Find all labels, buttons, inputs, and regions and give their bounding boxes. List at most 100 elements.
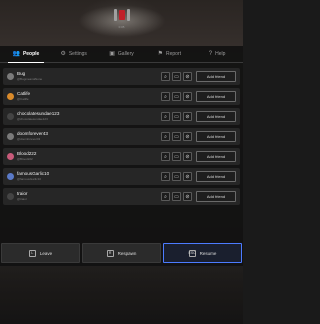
block-icon: ⊘ xyxy=(185,193,190,200)
view-profile-button[interactable]: ⌕ xyxy=(161,72,170,81)
leave-key: L xyxy=(28,249,36,257)
mute-icon: ▭ xyxy=(174,113,179,120)
add-friend-button[interactable]: Add friend xyxy=(196,191,236,202)
avatar xyxy=(7,73,14,80)
tab-label: Help xyxy=(215,51,226,57)
player-row: doomforever43 @doomforever43 ⌕ ▭ ⊘ Add f… xyxy=(3,128,240,145)
tab-report[interactable]: ⚑ Report xyxy=(145,46,193,62)
add-friend-button[interactable]: Add friend xyxy=(196,171,236,182)
add-friend-button[interactable]: Add friend xyxy=(196,91,236,102)
mute-button[interactable]: ▭ xyxy=(172,112,181,121)
mute-icon: ▭ xyxy=(174,73,179,80)
add-friend-button[interactable]: Add friend xyxy=(196,71,236,82)
view-profile-button[interactable]: ⌕ xyxy=(161,152,170,161)
block-icon: ⊘ xyxy=(185,153,190,160)
resume-key: ESC xyxy=(188,249,196,257)
block-button[interactable]: ⊘ xyxy=(183,132,192,141)
mute-button[interactable]: ▭ xyxy=(172,132,181,141)
tab-settings[interactable]: ⚙ Settings xyxy=(50,46,98,62)
tab-label: Report xyxy=(165,51,181,57)
search-icon: ⌕ xyxy=(164,113,167,120)
avatar xyxy=(7,113,14,120)
search-icon: ⌕ xyxy=(164,153,167,160)
row-actions: ⌕ ▭ ⊘ Add friend xyxy=(161,71,236,82)
mute-button[interactable]: ▭ xyxy=(172,172,181,181)
player-list: Bug @BugmeandAlone ⌕ ▭ ⊘ Add friend Catl… xyxy=(3,68,240,208)
player-row: traior @traior ⌕ ▭ ⊘ Add friend xyxy=(3,188,240,205)
avatar xyxy=(7,153,14,160)
respawn-button[interactable]: R Respawn xyxy=(82,243,161,263)
gallery-icon: ▣ xyxy=(109,51,115,57)
view-profile-button[interactable]: ⌕ xyxy=(161,132,170,141)
resume-label: Resume xyxy=(199,250,217,256)
respawn-key: R xyxy=(106,249,114,257)
search-icon: ⌕ xyxy=(164,133,167,140)
player-names: chocolatesundae123 @chocolatesundae123 xyxy=(17,112,161,121)
player-names: Catlife @Catlife xyxy=(17,92,161,101)
player-names: famousGarlic10 @famousGarlic10 xyxy=(17,172,161,181)
view-profile-button[interactable]: ⌕ xyxy=(161,92,170,101)
mute-icon: ▭ xyxy=(174,93,179,100)
player-handle: @BugmeandAlone xyxy=(17,76,43,81)
search-icon: ⌕ xyxy=(164,173,167,180)
top-bar: 0:05 xyxy=(0,0,243,40)
block-button[interactable]: ⊘ xyxy=(183,172,192,181)
add-friend-button[interactable]: Add friend xyxy=(196,111,236,122)
block-button[interactable]: ⊘ xyxy=(183,92,192,101)
block-button[interactable]: ⊘ xyxy=(183,112,192,121)
block-button[interactable]: ⊘ xyxy=(183,192,192,201)
help-icon: ? xyxy=(208,51,213,57)
player-name: Blood222 xyxy=(17,151,37,157)
gear-icon: ⚙ xyxy=(60,51,66,57)
mute-icon: ▭ xyxy=(174,133,179,140)
leave-label: Leave xyxy=(39,250,53,256)
leave-button[interactable]: L Leave xyxy=(1,243,80,263)
search-icon: ⌕ xyxy=(164,93,167,100)
view-profile-button[interactable]: ⌕ xyxy=(161,112,170,121)
player-handle: @traior xyxy=(17,196,27,201)
player-names: doomforever43 @doomforever43 xyxy=(17,132,161,141)
tab-label: Settings xyxy=(68,51,87,57)
tab-label: People xyxy=(22,51,40,57)
player-row: famousGarlic10 @famousGarlic10 ⌕ ▭ ⊘ Add… xyxy=(3,168,240,185)
resume-button[interactable]: ESC Resume xyxy=(163,243,242,263)
mute-button[interactable]: ▭ xyxy=(172,192,181,201)
player-row: chocolatesundae123 @chocolatesundae123 ⌕… xyxy=(3,108,240,125)
tab-label: Gallery xyxy=(117,51,134,57)
block-button[interactable]: ⊘ xyxy=(183,152,192,161)
record-indicator xyxy=(113,8,131,22)
avatar xyxy=(7,133,14,140)
row-actions: ⌕ ▭ ⊘ Add friend xyxy=(161,151,236,162)
block-icon: ⊘ xyxy=(185,113,190,120)
mute-button[interactable]: ▭ xyxy=(172,152,181,161)
tab-help[interactable]: ? Help xyxy=(193,46,241,62)
record-dot-icon xyxy=(118,10,125,20)
report-icon: ⚑ xyxy=(157,51,163,57)
add-friend-button[interactable]: Add friend xyxy=(196,151,236,162)
player-handle: @Catlife xyxy=(17,96,29,101)
game-scene: 0:05 👥 People ⚙ Settings ▣ Gallery ⚑ Rep… xyxy=(0,0,243,324)
row-actions: ⌕ ▭ ⊘ Add friend xyxy=(161,131,236,142)
block-icon: ⊘ xyxy=(185,133,190,140)
block-button[interactable]: ⊘ xyxy=(183,72,192,81)
search-icon: ⌕ xyxy=(164,193,167,200)
add-friend-button[interactable]: Add friend xyxy=(196,131,236,142)
view-profile-button[interactable]: ⌕ xyxy=(161,172,170,181)
row-actions: ⌕ ▭ ⊘ Add friend xyxy=(161,191,236,202)
tab-people[interactable]: 👥 People xyxy=(2,46,50,63)
player-names: Blood222 @Blood222 xyxy=(17,152,161,161)
player-handle: @famousGarlic10 xyxy=(17,176,42,181)
mute-icon: ▭ xyxy=(174,153,179,160)
block-icon: ⊘ xyxy=(185,73,190,80)
player-handle: @Blood222 xyxy=(17,156,33,161)
block-icon: ⊘ xyxy=(185,93,190,100)
player-handle: @doomforever43 xyxy=(17,136,41,141)
view-profile-button[interactable]: ⌕ xyxy=(161,192,170,201)
mute-button[interactable]: ▭ xyxy=(172,72,181,81)
avatar xyxy=(7,193,14,200)
player-names: traior @traior xyxy=(17,192,161,201)
avatar xyxy=(7,93,14,100)
search-icon: ⌕ xyxy=(164,73,167,80)
mute-button[interactable]: ▭ xyxy=(172,92,181,101)
tab-gallery[interactable]: ▣ Gallery xyxy=(98,46,146,62)
